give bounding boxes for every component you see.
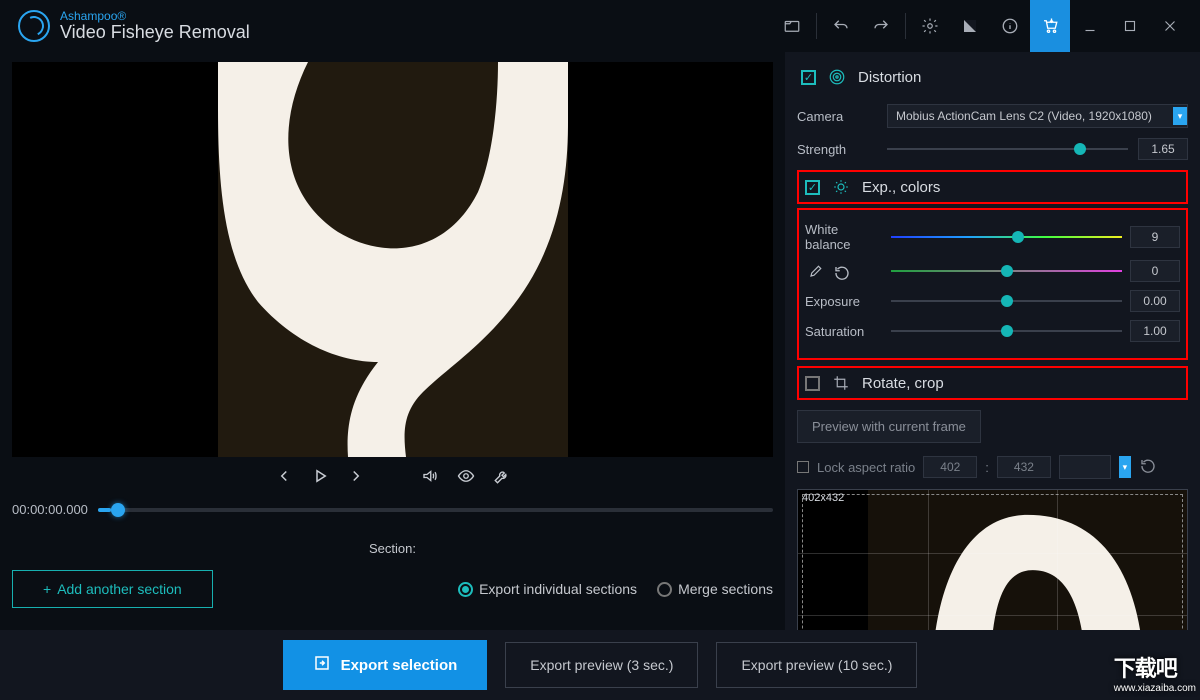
reset-wb-button[interactable] (833, 264, 851, 282)
strength-label: Strength (797, 142, 877, 157)
wb-temp-slider[interactable] (891, 230, 1122, 244)
export-bar: Export selection Export preview (3 sec.)… (0, 630, 1200, 700)
open-file-button[interactable] (772, 0, 812, 52)
crop-width-input[interactable]: 402 (923, 456, 977, 478)
info-button[interactable] (990, 0, 1030, 52)
section-area: Section: + Add another section Export in… (12, 541, 773, 608)
titlebar-right (772, 0, 1190, 52)
camera-value: Mobius ActionCam Lens C2 (Video, 1920x10… (896, 109, 1152, 123)
maximize-button[interactable] (1110, 0, 1150, 52)
export-preview-10s-button[interactable]: Export preview (10 sec.) (716, 642, 917, 688)
close-button[interactable] (1150, 0, 1190, 52)
timeline-slider[interactable] (98, 508, 773, 512)
crop-title: Rotate, crop (862, 375, 944, 392)
wrench-button[interactable] (493, 467, 511, 490)
export-selection-button[interactable]: Export selection (283, 640, 488, 690)
reset-crop-button[interactable] (1139, 457, 1157, 478)
preview-current-frame-button[interactable]: Preview with current frame (797, 410, 981, 443)
wb-label: White balance (805, 222, 883, 252)
crop-checkbox[interactable]: ✓ (805, 376, 820, 391)
exposure-label: Exposure (805, 294, 883, 309)
export-selection-label: Export selection (341, 657, 458, 674)
player-controls (12, 467, 773, 490)
plus-icon: + (43, 581, 51, 597)
wb-temp-value[interactable]: 9 (1130, 226, 1180, 248)
exposure-slider[interactable] (891, 294, 1122, 308)
colors-panel-header[interactable]: ✓ Exp., colors (797, 170, 1188, 204)
crop-panel-header[interactable]: ✓ Rotate, crop (797, 366, 1188, 400)
ratio-separator: : (985, 460, 989, 475)
strength-slider[interactable] (887, 142, 1128, 156)
volume-button[interactable] (421, 467, 439, 490)
export-icon (313, 654, 331, 676)
chevron-down-icon[interactable]: ▾ (1119, 456, 1131, 478)
app-title: Ashampoo® Video Fisheye Removal (60, 10, 250, 43)
timecode: 00:00:00.000 (12, 502, 88, 517)
wb-tint-slider[interactable] (891, 264, 1122, 278)
add-section-label: Add another section (57, 581, 182, 597)
wb-tint-value[interactable]: 0 (1130, 260, 1180, 282)
minimize-button[interactable] (1070, 0, 1110, 52)
settings-button[interactable] (910, 0, 950, 52)
saturation-value[interactable]: 1.00 (1130, 320, 1180, 342)
camera-row: Camera Mobius ActionCam Lens C2 (Video, … (797, 104, 1188, 128)
timeline-row: 00:00:00.000 (12, 502, 773, 517)
visibility-button[interactable] (457, 467, 475, 490)
titlebar: Ashampoo® Video Fisheye Removal (0, 0, 1200, 52)
saturation-label: Saturation (805, 324, 883, 339)
left-pane: 00:00:00.000 Section: + Add another sect… (0, 52, 785, 700)
app-logo-area: Ashampoo® Video Fisheye Removal (18, 10, 250, 43)
app-name: Video Fisheye Removal (60, 23, 250, 43)
cart-button[interactable] (1030, 0, 1070, 52)
lock-aspect-checkbox[interactable] (797, 461, 809, 473)
undo-button[interactable] (821, 0, 861, 52)
export-mode-radios: Export individual sections Merge section… (458, 581, 773, 597)
preview-frame-image (218, 62, 568, 457)
app-logo-icon (18, 10, 50, 42)
section-heading: Section: (12, 541, 773, 556)
colors-checkbox[interactable]: ✓ (805, 180, 820, 195)
app-brand: Ashampoo® (60, 10, 250, 23)
target-icon (828, 68, 846, 86)
distortion-title: Distortion (858, 69, 921, 86)
exposure-value[interactable]: 0.00 (1130, 290, 1180, 312)
watermark-url: www.xiazaiba.com (1114, 683, 1196, 694)
distortion-checkbox[interactable]: ✓ (801, 70, 816, 85)
next-frame-button[interactable] (347, 467, 365, 490)
sun-icon (832, 178, 850, 196)
play-button[interactable] (311, 467, 329, 490)
export-preview-3s-button[interactable]: Export preview (3 sec.) (505, 642, 698, 688)
right-panel: ✓ Distortion Camera Mobius ActionCam Len… (785, 52, 1200, 700)
eyedropper-button[interactable] (805, 264, 823, 282)
lock-aspect-label: Lock aspect ratio (817, 460, 915, 475)
watermark: 下载吧 www.xiazaiba.com (1114, 651, 1196, 694)
watermark-text: 下载吧 (1114, 656, 1177, 681)
redo-button[interactable] (861, 0, 901, 52)
strength-row: Strength 1.65 (797, 138, 1188, 160)
crop-icon (832, 374, 850, 392)
radio-merge-label: Merge sections (678, 581, 773, 597)
video-preview[interactable] (12, 62, 773, 457)
colors-controls-block: White balance 9 0 Exposure (797, 208, 1188, 360)
crop-dimensions-label: 402x432 (802, 492, 844, 504)
colors-title: Exp., colors (862, 179, 940, 196)
crop-preset-select[interactable] (1059, 455, 1111, 479)
camera-select[interactable]: Mobius ActionCam Lens C2 (Video, 1920x10… (887, 104, 1188, 128)
theme-button[interactable] (950, 0, 990, 52)
strength-value[interactable]: 1.65 (1138, 138, 1188, 160)
radio-dot-icon (458, 582, 473, 597)
add-section-button[interactable]: + Add another section (12, 570, 213, 608)
radio-individual-label: Export individual sections (479, 581, 637, 597)
radio-dot-icon (657, 582, 672, 597)
distortion-panel-header[interactable]: ✓ Distortion (797, 60, 1188, 94)
saturation-slider[interactable] (891, 324, 1122, 338)
crop-height-input[interactable]: 432 (997, 456, 1051, 478)
camera-label: Camera (797, 109, 877, 124)
radio-merge-sections[interactable]: Merge sections (657, 581, 773, 597)
radio-export-individual[interactable]: Export individual sections (458, 581, 637, 597)
chevron-down-icon: ▾ (1173, 107, 1187, 125)
prev-frame-button[interactable] (275, 467, 293, 490)
